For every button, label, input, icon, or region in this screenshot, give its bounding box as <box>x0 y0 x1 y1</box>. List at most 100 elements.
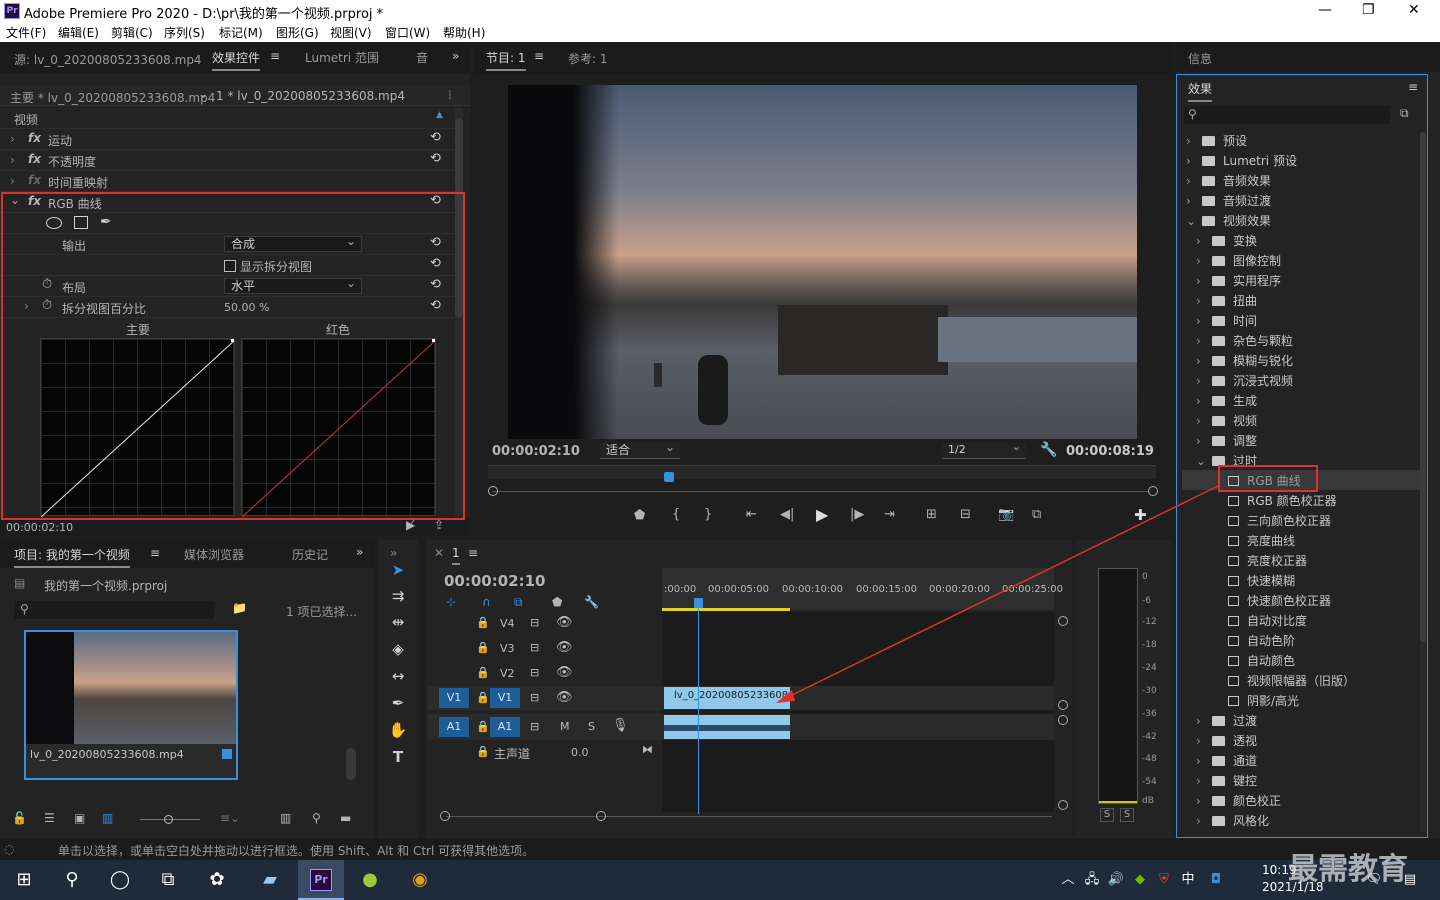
tab-info[interactable]: 信息 <box>1188 50 1212 67</box>
track-target-v1[interactable]: V1 <box>490 688 520 708</box>
network-icon[interactable]: 🖧 <box>1080 868 1104 892</box>
chevron-right-icon[interactable]: › <box>1196 294 1206 308</box>
lock-icon[interactable]: 🔒 <box>476 666 490 679</box>
type-tool-icon[interactable]: T <box>388 747 408 767</box>
mark-out-icon[interactable]: } <box>704 507 712 522</box>
menu-clip[interactable]: 剪辑(C) <box>111 24 153 41</box>
video-clip[interactable]: lv_0_20200805233608 <box>664 687 790 709</box>
chevron-right-icon[interactable]: › <box>1196 754 1206 768</box>
solo-right-button[interactable]: S <box>1120 808 1134 822</box>
tree-folder-item[interactable]: › 透视 <box>1196 732 1257 749</box>
effects-search-input[interactable]: ⚲ <box>1184 106 1390 124</box>
solo-button[interactable]: S <box>588 720 595 733</box>
timeline-tracks-area[interactable] <box>662 612 1054 812</box>
share-icon[interactable]: ⇪ <box>434 518 444 532</box>
track-target-a1[interactable]: A1 <box>490 717 520 737</box>
tree-effect-item[interactable]: 自动对比度 <box>1228 612 1307 629</box>
find-icon[interactable]: ⚲ <box>312 811 321 825</box>
source-patch-v1[interactable]: V1 <box>439 688 469 708</box>
sync-lock-icon[interactable]: ⊟ <box>530 666 539 679</box>
lock-icon[interactable]: 🔒 <box>476 691 490 704</box>
tree-folder-item[interactable]: › Lumetri 预设 <box>1186 152 1297 169</box>
windows-start-icon[interactable]: ⊞ <box>12 868 36 892</box>
tab-source[interactable]: 源: lv_0_20200805233608.mp4 <box>14 51 202 68</box>
tree-effect-item[interactable]: 阴影/高光 <box>1228 692 1299 709</box>
tree-effect-item[interactable]: RGB 颜色校正器 <box>1228 492 1337 509</box>
notification-icon[interactable]: 🗨 <box>1362 868 1386 892</box>
chevron-right-icon[interactable]: › <box>1196 794 1206 808</box>
effects-scrollbar[interactable] <box>1420 132 1426 832</box>
app-melon-icon[interactable]: ● <box>358 868 382 892</box>
source-patch-a1[interactable]: A1 <box>439 717 469 737</box>
chevron-right-icon[interactable]: › <box>1196 314 1206 328</box>
timeline-scroll-handle-left[interactable] <box>440 811 450 821</box>
eye-icon[interactable]: 👁 <box>556 665 573 680</box>
timeline-settings-wrench-icon[interactable]: 🔧 <box>584 595 599 609</box>
action-center-icon[interactable]: ▤ <box>1398 868 1422 892</box>
app-notes-icon[interactable]: ▰ <box>258 868 282 892</box>
ime-indicator[interactable]: 中 <box>1176 868 1200 892</box>
chevron-right-icon[interactable]: › <box>10 153 15 167</box>
tray-expand-icon[interactable]: ︿ <box>1056 868 1080 892</box>
master-volume-value[interactable]: 0.0 <box>571 746 589 759</box>
lock-icon[interactable]: 🔒 <box>476 616 490 629</box>
track-label[interactable]: V2 <box>500 667 515 680</box>
tree-effect-item[interactable]: 自动颜色 <box>1228 652 1295 669</box>
panel-overflow-icon[interactable]: » <box>356 545 363 559</box>
selection-tool-icon[interactable]: ➤ <box>388 560 408 580</box>
tree-effect-item[interactable]: 自动色阶 <box>1228 632 1295 649</box>
program-time-ruler[interactable] <box>488 465 1156 479</box>
fx-icon[interactable]: fx <box>28 131 41 145</box>
lock-icon[interactable]: 🔒 <box>476 745 490 758</box>
tab-reference[interactable]: 参考: 1 <box>568 50 608 67</box>
security-icon[interactable]: ⛨ <box>1152 868 1176 892</box>
tab-effects[interactable]: 效果 <box>1188 80 1213 102</box>
tree-folder-item[interactable]: › 过渡 <box>1196 712 1257 729</box>
chevron-right-icon[interactable]: › <box>1186 194 1196 208</box>
eye-icon[interactable]: 👁 <box>556 690 573 705</box>
nest-icon[interactable]: ⊹ <box>446 595 456 609</box>
lock-icon[interactable]: 🔒 <box>476 720 490 733</box>
chevron-right-icon[interactable]: › <box>1196 814 1206 828</box>
tab-sequence[interactable]: 1 <box>452 546 460 565</box>
menu-sequence[interactable]: 序列(S) <box>164 24 205 41</box>
tab-audio[interactable]: 音 <box>416 49 428 66</box>
fx-icon[interactable]: fx <box>28 152 41 166</box>
icon-view-icon[interactable]: ▣ <box>74 811 85 825</box>
sequence-clip-label[interactable]: 1 * lv_0_20200805233608.mp4 <box>216 89 405 103</box>
zoom-slider-handle[interactable] <box>164 815 173 824</box>
panel-overflow-icon[interactable]: » <box>452 49 459 63</box>
tree-folder-item[interactable]: › 沉浸式视频 <box>1196 372 1293 389</box>
timeline-timecode[interactable]: 00:00:02:10 <box>444 572 546 590</box>
chevron-down-icon[interactable]: ⌄ <box>1186 214 1196 228</box>
pen-tool-icon[interactable]: ✒ <box>388 693 408 713</box>
ripple-edit-tool-icon[interactable]: ⇹ <box>388 612 408 632</box>
mark-in-icon[interactable]: { <box>672 507 680 522</box>
chevron-right-icon[interactable]: › <box>1196 274 1206 288</box>
search-icon[interactable]: ⚲ <box>60 868 84 892</box>
extract-icon[interactable]: ⊟ <box>960 507 971 522</box>
sync-lock-icon[interactable]: ⊟ <box>530 720 539 733</box>
app-pinwheel-icon[interactable]: ✿ <box>205 868 229 892</box>
panel-menu-icon[interactable]: ≡ <box>150 546 160 560</box>
chevron-right-icon[interactable]: › <box>1196 774 1206 788</box>
qq-icon[interactable]: ◘ <box>1204 868 1228 892</box>
a-scroll-handle[interactable] <box>1058 715 1068 725</box>
compare-icon[interactable]: ⧉ <box>1032 507 1041 522</box>
tree-effect-item[interactable]: 快速颜色校正器 <box>1228 592 1331 609</box>
tab-effect-controls[interactable]: 效果控件 <box>212 49 261 71</box>
tree-folder-item[interactable]: › 杂色与颗粒 <box>1196 332 1293 349</box>
play-icon[interactable]: ▶ <box>816 505 828 524</box>
tree-folder-item[interactable]: › 扭曲 <box>1196 292 1257 309</box>
tree-folder-item[interactable]: ⌄ 视频效果 <box>1186 212 1271 229</box>
chevron-right-icon[interactable]: › <box>1186 154 1196 168</box>
collapse-up-icon[interactable]: ▲ <box>436 110 443 120</box>
chevron-right-icon[interactable]: › <box>1196 234 1206 248</box>
go-to-in-icon[interactable]: ⇤ <box>746 507 757 522</box>
track-label[interactable]: V3 <box>500 642 515 655</box>
minimize-button[interactable]: — <box>1318 2 1332 18</box>
chevron-right-icon[interactable]: › <box>1196 714 1206 728</box>
go-to-out-icon[interactable]: ⇥ <box>884 507 895 522</box>
zoom-handle-right[interactable] <box>1148 486 1158 496</box>
slip-tool-icon[interactable]: ↔ <box>388 666 408 686</box>
